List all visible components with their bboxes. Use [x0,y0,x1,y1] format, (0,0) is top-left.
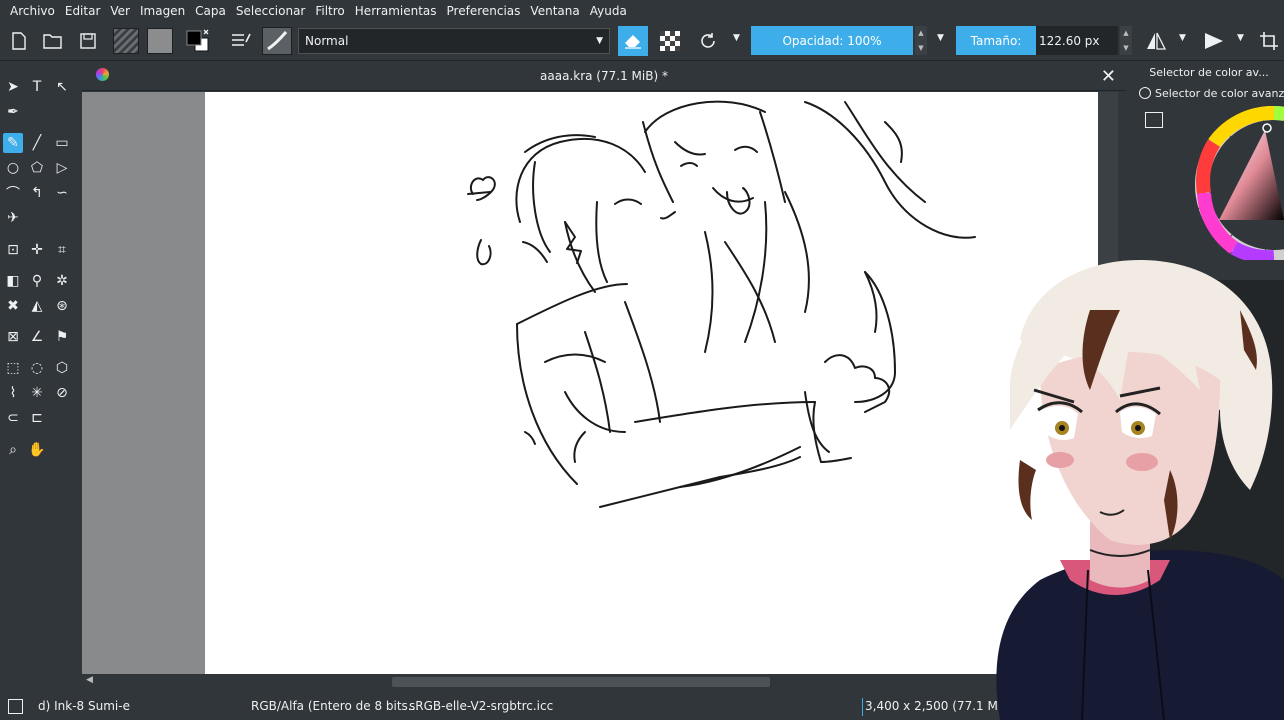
contiguous-select-icon[interactable]: ✳ [27,383,47,403]
ellipse-select-icon[interactable]: ◌ [27,358,47,378]
chevron-down-icon[interactable]: ▼ [937,33,944,43]
crop-icon[interactable] [1256,28,1282,54]
text-tool-icon[interactable]: T [27,77,47,97]
bezier-select-icon[interactable]: ⊂ [3,408,23,428]
preserve-alpha-icon[interactable] [657,28,683,54]
gradient-preset-icon[interactable] [113,28,139,54]
size-slider[interactable]: Tamaño: [956,26,1036,55]
zoom-icon[interactable]: ⌕ [3,440,23,460]
toolbox: ➤ T ↖ ✒ ✎ ╱ ▭ ○ ⬠ ▷ ⌒ ↰ ∽ ✈ ⊡ ✛ ⌗ ◧ ⚲ ✲ … [0,62,80,694]
pan-hand-icon[interactable]: ✋ [27,440,47,460]
menu-archivo[interactable]: Archivo [0,4,60,18]
vtuber-avatar-overlay [996,260,1284,720]
size-value: 122.60 px [1039,33,1100,48]
docker-tab-label: Selector de color avanz [1155,86,1284,100]
crop-tool-icon[interactable]: ⌗ [52,240,72,260]
freehand-select-icon[interactable]: ⌇ [3,383,23,403]
krita-window: Archivo Editar Ver Imagen Capa Seleccion… [0,0,1284,720]
fg-bg-color-icon[interactable] [185,28,211,54]
rect-select-icon[interactable]: ⬚ [3,358,23,378]
opacity-spinner[interactable]: ▲ ▼ [915,26,927,55]
scrollbar-thumb[interactable] [392,677,770,687]
assistant-tool-icon[interactable]: ⊠ [3,327,23,347]
blend-mode-select[interactable]: Normal ▼ [298,28,610,54]
transform-icon[interactable]: ⊡ [3,240,23,260]
smart-patch-icon[interactable]: ✲ [52,271,72,291]
open-folder-icon[interactable] [40,28,66,54]
dimensions-divider [862,698,863,716]
chevron-down-icon[interactable]: ▼ [1237,33,1244,43]
lock-icon[interactable] [1139,87,1151,99]
scroll-left-icon[interactable]: ◀ [86,675,93,685]
magnetic-select-icon[interactable]: ⊏ [27,408,47,428]
docker-title: Selector de color av... [1149,66,1269,79]
dynamic-brush-icon[interactable]: ∽ [52,183,72,203]
rectangle-tool-icon[interactable]: ▭ [52,133,72,153]
close-icon[interactable]: ✕ [1101,66,1116,87]
menu-herramientas[interactable]: Herramientas [350,4,442,18]
size-spinner[interactable]: ▲ ▼ [1120,26,1132,55]
document-title: aaaa.kra (77.1 MiB) * [540,69,668,83]
menubar: Archivo Editar Ver Imagen Capa Seleccion… [0,0,1284,21]
color-wheel[interactable] [1189,100,1284,260]
menu-capa[interactable]: Capa [190,4,231,18]
opacity-slider[interactable]: Opacidad: 100% [751,26,913,55]
brush-settings-icon[interactable] [228,28,254,54]
menu-ver[interactable]: Ver [105,4,135,18]
size-value-field[interactable]: 122.60 px [1036,26,1118,55]
select-shapes-icon[interactable]: ➤ [3,77,23,97]
save-icon[interactable] [75,28,101,54]
bezier-tool-icon[interactable]: ⌒ [3,183,23,203]
menu-editar[interactable]: Editar [60,4,106,18]
menu-ventana[interactable]: Ventana [525,4,584,18]
pattern-preset-icon[interactable] [147,28,173,54]
move-icon[interactable]: ✛ [27,240,47,260]
size-label: Tamaño: [970,33,1022,48]
mirror-horizontal-icon[interactable] [1143,28,1169,54]
edit-shapes-icon[interactable]: ↖ [52,77,72,97]
reload-preset-icon[interactable] [695,28,721,54]
fill-tool-icon[interactable]: ◭ [27,296,47,316]
polygon-select-icon[interactable]: ⬡ [52,358,72,378]
colorize-mask-icon[interactable]: ✖ [3,296,23,316]
gradient-tool-icon[interactable]: ◧ [3,271,23,291]
blend-mode-value: Normal [305,34,349,48]
menu-ayuda[interactable]: Ayuda [585,4,632,18]
main-toolbar: Normal ▼ ▼ Opacidad: 100% ▲ ▼ ▼ Tamaño: 1… [0,21,1284,61]
document-tab[interactable]: aaaa.kra (77.1 MiB) * ✕ [82,62,1126,91]
color-picker-icon[interactable]: ⚲ [27,271,47,291]
chevron-down-icon[interactable]: ▼ [733,33,740,43]
multibrush-icon[interactable]: ✈ [3,208,23,228]
polygon-tool-icon[interactable]: ⬠ [27,158,47,178]
freehand-path-icon[interactable]: ↰ [27,183,47,203]
line-tool-icon[interactable]: ╱ [27,133,47,153]
color-model[interactable]: RGB/Alfa (Entero de 8 bits... [251,699,419,713]
menu-preferencias[interactable]: Preferencias [442,4,526,18]
measure-tool-icon[interactable]: ∠ [27,327,47,347]
enclose-fill-icon[interactable]: ⊛ [52,296,72,316]
status-settings-icon[interactable] [8,699,23,714]
calligraphy-icon[interactable]: ✒ [3,102,23,122]
reference-tool-icon[interactable]: ⚑ [52,327,72,347]
brush-name: d) Ink-8 Sumi-e [38,699,130,713]
new-document-icon[interactable] [6,28,32,54]
opacity-label: Opacidad: 100% [782,33,882,48]
color-profile[interactable]: sRGB-elle-V2-srgbtrc.icc [409,699,553,713]
chevron-down-icon[interactable]: ▼ [1179,33,1186,43]
menu-imagen[interactable]: Imagen [135,4,190,18]
polyline-tool-icon[interactable]: ▷ [52,158,72,178]
mirror-vertical-icon[interactable] [1201,28,1227,54]
docker-settings-icon[interactable] [1145,112,1163,128]
eraser-mode-icon[interactable] [618,26,648,56]
menu-seleccionar[interactable]: Seleccionar [231,4,310,18]
chevron-down-icon: ▼ [596,36,603,46]
ellipse-tool-icon[interactable]: ○ [3,158,23,178]
similar-select-icon[interactable]: ⊘ [52,383,72,403]
brush-preset-icon[interactable] [262,27,292,55]
menu-filtro[interactable]: Filtro [310,4,349,18]
freehand-brush-icon[interactable]: ✎ [3,133,23,153]
